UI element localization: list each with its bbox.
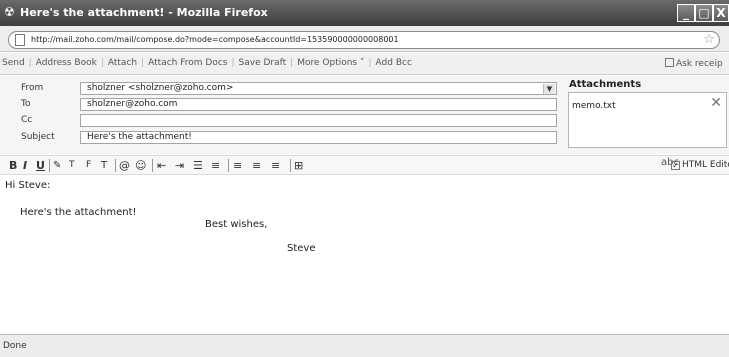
bulleted-list-icon[interactable]: ☰ [193,159,203,172]
cc-label: Cc [21,115,33,125]
firefox-icon: ☢ [4,5,15,19]
attach-from-docs-button[interactable]: Attach From Docs [148,58,227,68]
toolbar-separator [152,159,153,172]
align-center-icon[interactable]: ≡ [252,159,261,172]
add-bcc-button[interactable]: Add Bcc [376,58,412,68]
close-window-button[interactable]: X [713,4,729,22]
font-family-icon[interactable]: F [86,159,91,172]
subject-label: Subject [21,132,55,142]
ask-receipt-option[interactable]: Ask receip [665,58,723,69]
more-options-button[interactable]: More Options ˅ [297,58,364,68]
attachments-title: Attachments [569,79,642,90]
maximize-button[interactable]: □ [695,4,713,22]
html-editor-toggle[interactable]: ✓HTML Editor [671,160,729,170]
window-title: Here's the attachment! - Mozilla Firefox [20,6,268,19]
from-label: From [21,83,44,93]
formatting-toolbar: B I U ✎ T F T @ ☺ ⇤ ⇥ ☰ ≡ ≡ ≡ ≡ ⊞ abc ✓ H… [0,155,729,175]
address-book-button[interactable]: Address Book [36,58,97,68]
url-text[interactable]: http://mail.zoho.com/mail/compose.do?mod… [31,35,399,44]
outdent-icon[interactable]: ⇤ [157,159,166,172]
window-titlebar: ☢ Here's the attachment! - Mozilla Firef… [0,0,729,26]
toolbar-separator: | [231,58,235,68]
toolbar-separator: | [100,58,104,68]
body-text: Here's the attachment! [20,207,137,218]
insert-table-icon[interactable]: ⊞ [294,159,303,172]
save-draft-button[interactable]: Save Draft [239,58,287,68]
body-signature: Steve [287,243,316,254]
body-greeting: Hi Steve: [5,180,51,191]
font-size-icon[interactable]: T [69,159,75,172]
html-editor-label: HTML Editor [682,160,729,170]
cc-field[interactable] [80,114,557,127]
status-text: Done [3,341,27,351]
numbered-list-icon[interactable]: ≡ [211,159,220,172]
body-closing: Best wishes, [205,219,268,230]
align-left-icon[interactable]: ≡ [233,159,242,172]
to-label: To [21,99,31,109]
text-style-icon[interactable]: T [101,159,107,172]
send-button[interactable]: Send [2,58,25,68]
minimize-button[interactable]: _ [677,4,695,22]
indent-icon[interactable]: ⇥ [175,159,184,172]
toolbar-separator: | [290,58,294,68]
align-right-icon[interactable]: ≡ [271,159,280,172]
toolbar-separator: | [141,58,145,68]
navigation-bar: http://mail.zoho.com/mail/compose.do?mod… [0,26,729,52]
link-icon[interactable]: @ [119,159,130,172]
to-field[interactable]: sholzner@zoho.com [80,98,557,111]
address-bar[interactable]: http://mail.zoho.com/mail/compose.do?mod… [8,31,720,49]
from-select[interactable]: sholzner <sholzner@zoho.com> ▼ [80,82,557,95]
status-bar: Done [0,334,729,357]
underline-icon[interactable]: U [36,159,45,172]
message-body[interactable]: Hi Steve: Here's the attachment! Best wi… [0,176,729,333]
italic-icon[interactable]: I [23,159,27,172]
font-color-icon[interactable]: ✎ [53,159,61,172]
bookmark-star-icon[interactable]: ☆ [703,32,715,48]
toolbar-separator: | [368,58,372,68]
attachments-panel: memo.txt ✕ [568,92,727,148]
subject-field[interactable]: Here's the attachment! [80,131,557,144]
toolbar-separator [228,159,229,172]
toolbar-separator [115,159,116,172]
emoticon-icon[interactable]: ☺ [135,159,146,172]
from-value: sholzner <sholzner@zoho.com> [87,83,234,93]
toolbar-separator [49,159,50,172]
page-icon [15,34,25,46]
html-editor-checkbox[interactable]: ✓ [671,161,680,170]
ask-receipt-checkbox[interactable] [665,58,674,67]
chevron-down-icon[interactable]: ▼ [543,84,555,94]
ask-receipt-label: Ask receip [676,59,723,69]
toolbar-separator [290,159,291,172]
compose-toolbar: Send | Address Book | Attach | Attach From Doc… [0,53,729,75]
remove-attachment-icon[interactable]: ✕ [710,96,722,110]
bold-icon[interactable]: B [9,159,17,172]
attachment-file[interactable]: memo.txt [572,101,616,111]
toolbar-separator: | [28,58,32,68]
attach-button[interactable]: Attach [108,58,137,68]
